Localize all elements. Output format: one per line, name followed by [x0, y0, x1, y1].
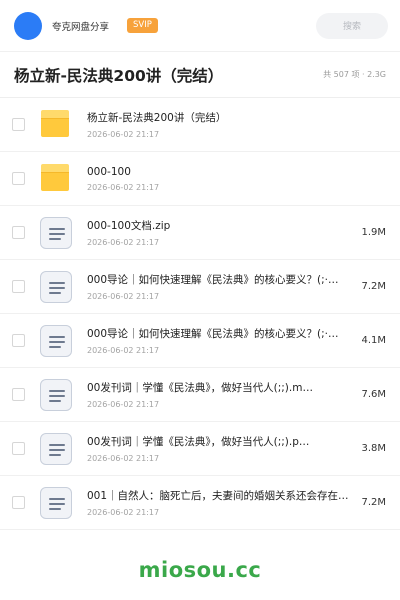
row-checkbox[interactable]	[12, 118, 25, 131]
file-name[interactable]: 000-100	[87, 166, 349, 178]
file-row[interactable]: 001｜自然人：脑死亡后，夫妻间的婚姻关系还会存在… 2026-06-02 21:…	[0, 476, 400, 530]
file-name[interactable]: 000导论｜如何快速理解《民法典》的核心要义？(;·…	[87, 272, 349, 287]
file-size: 7.2M	[361, 281, 386, 292]
file-list: 杨立新-民法典200讲（完结） 2026-06-02 21:17 000-100 20…	[0, 98, 400, 530]
file-row[interactable]: 000导论｜如何快速理解《民法典》的核心要义？(;·… 2026-06-02 21…	[0, 260, 400, 314]
file-date: 2026-06-02 21:17	[87, 292, 160, 301]
file-size: 7.6M	[361, 389, 386, 400]
file-date: 2026-06-02 21:17	[87, 346, 160, 355]
file-info: 000导论｜如何快速理解《民法典》的核心要义？(;·… 2026-06-02 21…	[87, 272, 350, 301]
file-date: 2026-06-02 21:17	[87, 508, 160, 517]
row-checkbox[interactable]	[12, 172, 25, 185]
file-name[interactable]: 000导论｜如何快速理解《民法典》的核心要义？(;·…	[87, 326, 349, 341]
folder-icon	[39, 162, 73, 196]
row-checkbox[interactable]	[12, 226, 25, 239]
file-row[interactable]: 00发刊词｜学懂《民法典》，做好当代人(;;).p… 2026-06-02 21:…	[0, 422, 400, 476]
row-checkbox[interactable]	[12, 280, 25, 293]
file-name[interactable]: 杨立新-民法典200讲（完结）	[87, 110, 349, 125]
file-name[interactable]: 000-100文档.zip	[87, 218, 349, 233]
footer: miosou.cc	[0, 540, 400, 600]
file-row[interactable]: 000-100文档.zip 2026-06-02 21:17 1.9M	[0, 206, 400, 260]
file-date: 2026-06-02 21:17	[87, 238, 160, 247]
row-checkbox[interactable]	[12, 496, 25, 509]
file-row[interactable]: 00发刊词｜学懂《民法典》，做好当代人(;;).m… 2026-06-02 21:…	[0, 368, 400, 422]
file-name[interactable]: 00发刊词｜学懂《民法典》，做好当代人(;;).m…	[87, 380, 349, 395]
brand-name: 夸克网盘分享	[52, 21, 110, 33]
file-info: 00发刊词｜学懂《民法典》，做好当代人(;;).p… 2026-06-02 21:…	[87, 434, 350, 463]
file-size: 4.1M	[361, 335, 386, 346]
file-date: 2026-06-02 21:17	[87, 400, 160, 409]
avatar[interactable]	[14, 11, 42, 40]
page-title: 杨立新-民法典200讲（完结）	[14, 66, 224, 85]
folder-icon	[39, 108, 73, 142]
file-info: 00发刊词｜学懂《民法典》，做好当代人(;;).m… 2026-06-02 21:…	[87, 380, 350, 409]
file-date: 2026-06-02 21:17	[87, 454, 160, 463]
document-icon	[39, 486, 73, 520]
file-info: 000-100 2026-06-02 21:17	[87, 166, 350, 192]
file-info: 杨立新-民法典200讲（完结） 2026-06-02 21:17	[87, 110, 350, 139]
document-icon	[39, 324, 73, 358]
file-info: 000-100文档.zip 2026-06-02 21:17	[87, 218, 350, 247]
watermark: miosou.cc	[138, 558, 262, 582]
row-checkbox[interactable]	[12, 334, 25, 347]
document-icon	[39, 216, 73, 250]
svip-badge: SVIP	[127, 18, 158, 33]
file-info: 001｜自然人：脑死亡后，夫妻间的婚姻关系还会存在… 2026-06-02 21:…	[87, 488, 350, 517]
document-icon	[39, 378, 73, 412]
file-date: 2026-06-02 21:17	[87, 130, 160, 139]
file-size: 1.9M	[361, 227, 386, 238]
row-checkbox[interactable]	[12, 442, 25, 455]
document-icon	[39, 432, 73, 466]
row-checkbox[interactable]	[12, 388, 25, 401]
file-size: 3.8M	[361, 443, 386, 454]
top-bar: 夸克网盘分享 SVIP 搜索	[0, 0, 400, 52]
file-row[interactable]: 000导论｜如何快速理解《民法典》的核心要义？(;·… 2026-06-02 21…	[0, 314, 400, 368]
file-row[interactable]: 杨立新-民法典200讲（完结） 2026-06-02 21:17	[0, 98, 400, 152]
file-name[interactable]: 001｜自然人：脑死亡后，夫妻间的婚姻关系还会存在…	[87, 488, 349, 503]
file-row[interactable]: 000-100 2026-06-02 21:17	[0, 152, 400, 206]
file-date: 2026-06-02 21:17	[87, 182, 160, 192]
folder-meta: 共 507 项 · 2.3G	[323, 70, 386, 79]
file-info: 000导论｜如何快速理解《民法典》的核心要义？(;·… 2026-06-02 21…	[87, 326, 350, 355]
file-size: 7.2M	[361, 497, 386, 508]
document-icon	[39, 270, 73, 304]
folder-header: 杨立新-民法典200讲（完结） 共 507 项 · 2.3G	[0, 52, 400, 98]
file-name[interactable]: 00发刊词｜学懂《民法典》，做好当代人(;;).p…	[87, 434, 349, 449]
search-input[interactable]: 搜索	[316, 12, 388, 39]
